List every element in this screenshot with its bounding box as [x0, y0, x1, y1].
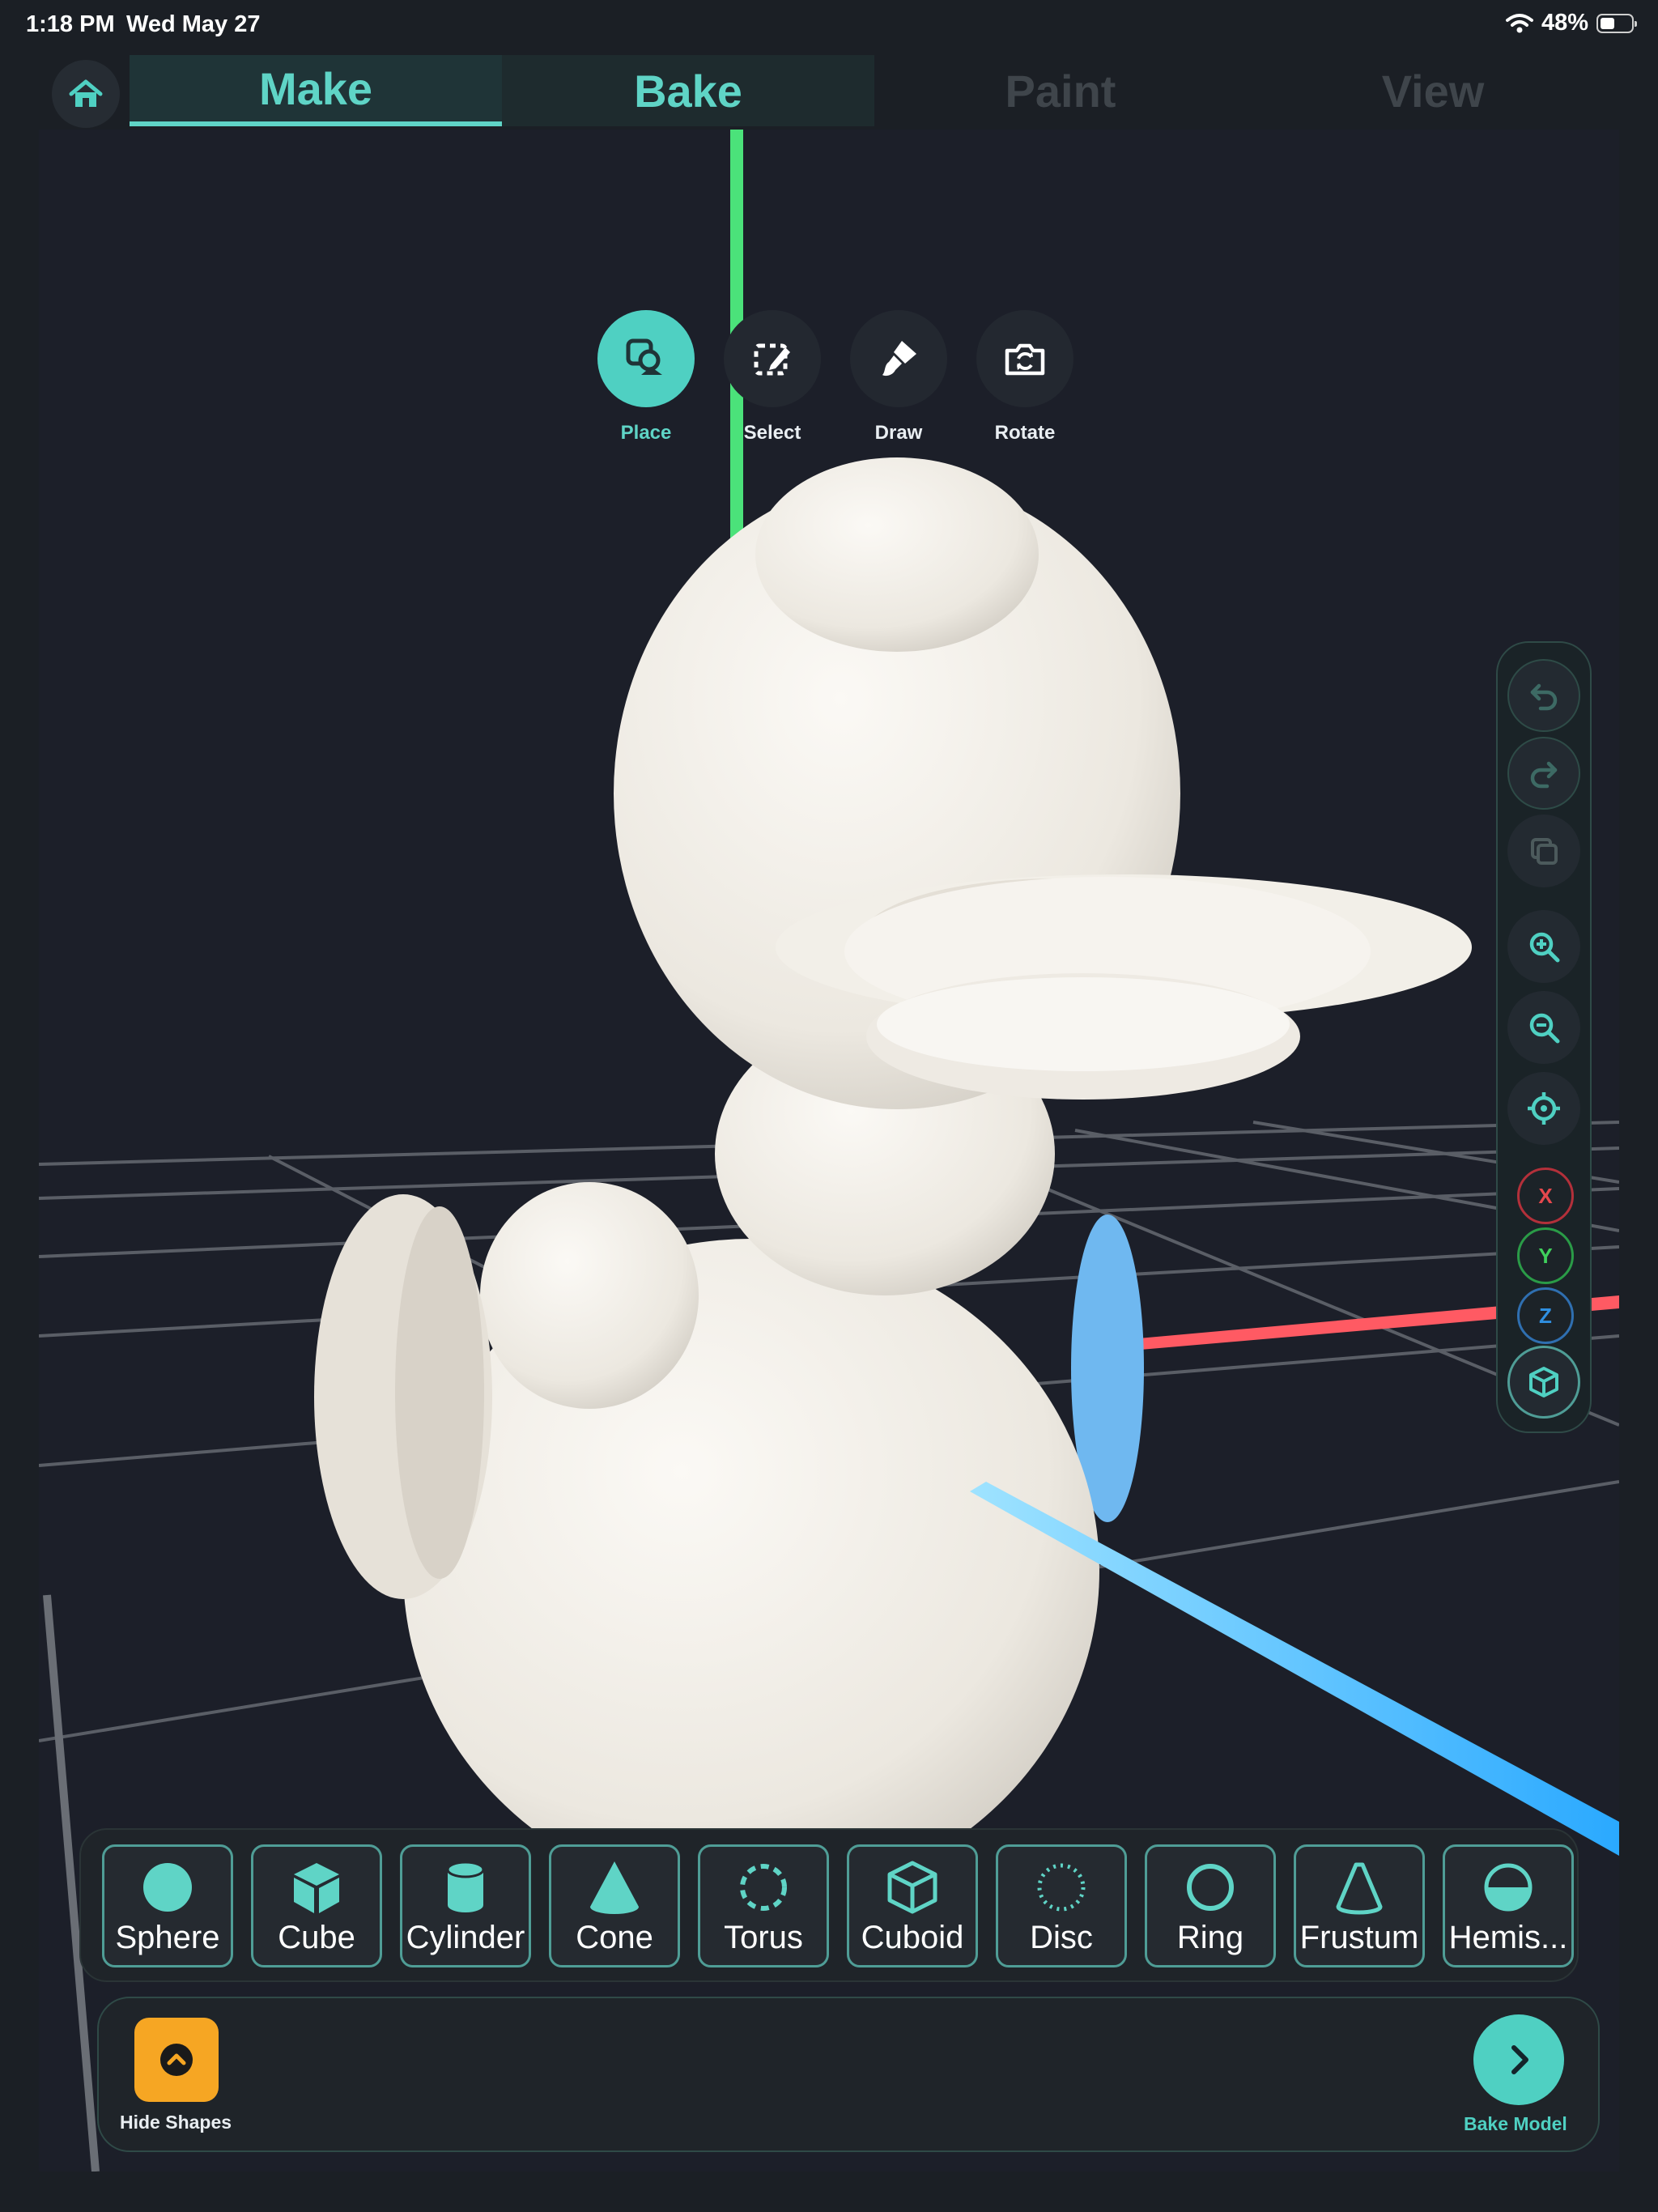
- status-bar: 1:18 PM Wed May 27 48%: [0, 0, 1658, 50]
- tool-place-label: Place: [620, 422, 672, 444]
- shape-ring[interactable]: Ring: [1145, 1844, 1276, 1967]
- mode-tabs: Make Bake Paint View: [130, 55, 1626, 126]
- tool-draw[interactable]: Draw: [842, 310, 955, 445]
- frustum-icon: [1336, 1862, 1383, 1915]
- tool-select-label: Select: [743, 422, 801, 444]
- shape-cube[interactable]: Cube: [251, 1844, 382, 1967]
- tool-rotate[interactable]: Rotate: [968, 310, 1082, 445]
- shape-frustum[interactable]: Frustum: [1294, 1844, 1425, 1967]
- zoom-out-icon: [1529, 1013, 1560, 1044]
- disc-icon: [1037, 1863, 1086, 1912]
- shape-cuboid[interactable]: Cuboid: [847, 1844, 978, 1967]
- status-time: 1:18 PM: [26, 11, 115, 37]
- home-icon: [69, 79, 103, 107]
- tab-bake[interactable]: Bake: [502, 55, 874, 126]
- tab-make[interactable]: Make: [130, 55, 502, 126]
- shape-disc-label: Disc: [1030, 1920, 1093, 1955]
- recenter-icon: [1528, 1092, 1560, 1125]
- view-cube-button[interactable]: [1507, 1346, 1580, 1419]
- shape-cuboid-label: Cuboid: [861, 1920, 964, 1955]
- battery-icon: [1596, 13, 1637, 33]
- tool-select[interactable]: Select: [716, 310, 829, 445]
- zoom-out-button[interactable]: [1507, 991, 1580, 1064]
- bake-model-button[interactable]: [1473, 2014, 1564, 2105]
- axis-y-button[interactable]: Y: [1517, 1227, 1574, 1284]
- tool-draw-label: Draw: [874, 422, 923, 444]
- hide-shapes-label: Hide Shapes: [120, 2112, 232, 2133]
- shape-hemisphere[interactable]: Hemis...: [1443, 1844, 1574, 1967]
- shape-torus-label: Torus: [724, 1920, 803, 1955]
- hide-shapes-button[interactable]: [134, 2018, 219, 2102]
- view-controls-panel: X Y Z: [1496, 641, 1592, 1433]
- shape-frustum-label: Frustum: [1299, 1920, 1419, 1955]
- hemisphere-icon: [1484, 1863, 1533, 1912]
- duplicate-button[interactable]: [1507, 815, 1580, 887]
- cube-icon: [294, 1863, 339, 1913]
- zoom-in-button[interactable]: [1507, 910, 1580, 983]
- shape-sphere[interactable]: Sphere: [102, 1844, 233, 1967]
- shape-sphere-label: Sphere: [115, 1920, 220, 1955]
- cube-view-icon: [1529, 1367, 1558, 1397]
- cylinder-icon: [446, 1861, 485, 1912]
- duplicate-icon: [1531, 838, 1558, 865]
- shape-cube-label: Cube: [278, 1920, 355, 1955]
- shape-torus[interactable]: Torus: [698, 1844, 829, 1967]
- axis-z-button[interactable]: Z: [1517, 1287, 1574, 1344]
- shape-disc[interactable]: Disc: [996, 1844, 1127, 1967]
- status-right: 48%: [1505, 10, 1637, 36]
- status-date: Wed May 27: [126, 11, 261, 37]
- shape-cylinder[interactable]: Cylinder: [400, 1844, 531, 1967]
- wifi-icon: [1505, 13, 1533, 32]
- redo-button[interactable]: [1507, 737, 1580, 810]
- torus-icon: [740, 1864, 787, 1911]
- shape-cone[interactable]: Cone: [549, 1844, 680, 1967]
- zoom-in-icon: [1529, 932, 1560, 963]
- duck-model: [314, 457, 1472, 1903]
- chevron-up-circle-icon: [160, 2044, 193, 2076]
- rotate-camera-icon: [1005, 343, 1045, 376]
- chevron-right-icon: [1511, 2045, 1528, 2074]
- paintbrush-icon: [882, 341, 916, 376]
- recenter-button[interactable]: [1507, 1072, 1580, 1145]
- bake-model-label: Bake Model: [1464, 2113, 1567, 2134]
- shape-hemisphere-label: Hemis...: [1448, 1920, 1568, 1955]
- battery-percent: 48%: [1541, 10, 1588, 36]
- tool-place[interactable]: Place: [589, 310, 703, 445]
- select-icon: [754, 343, 790, 376]
- undo-button[interactable]: [1507, 659, 1580, 732]
- ring-icon: [1187, 1864, 1234, 1911]
- tab-paint[interactable]: Paint: [874, 55, 1247, 126]
- cone-icon: [590, 1861, 639, 1914]
- bottom-action-bar: Hide Shapes Bake Model: [97, 1997, 1600, 2152]
- place-shapes-icon: [626, 338, 662, 375]
- shape-cone-label: Cone: [576, 1920, 653, 1955]
- sphere-icon: [143, 1863, 192, 1912]
- home-button[interactable]: [52, 60, 120, 128]
- shapes-tray: Sphere Cube Cylinder Cone Torus Cuboid D…: [79, 1828, 1579, 1982]
- shape-ring-label: Ring: [1176, 1920, 1244, 1955]
- cuboid-icon: [887, 1861, 937, 1914]
- axis-x-button[interactable]: X: [1517, 1168, 1574, 1224]
- undo-icon: [1530, 683, 1558, 711]
- shape-cylinder-label: Cylinder: [406, 1920, 525, 1955]
- redo-icon: [1530, 761, 1558, 789]
- tool-rotate-label: Rotate: [994, 422, 1056, 444]
- tab-view[interactable]: View: [1247, 55, 1619, 126]
